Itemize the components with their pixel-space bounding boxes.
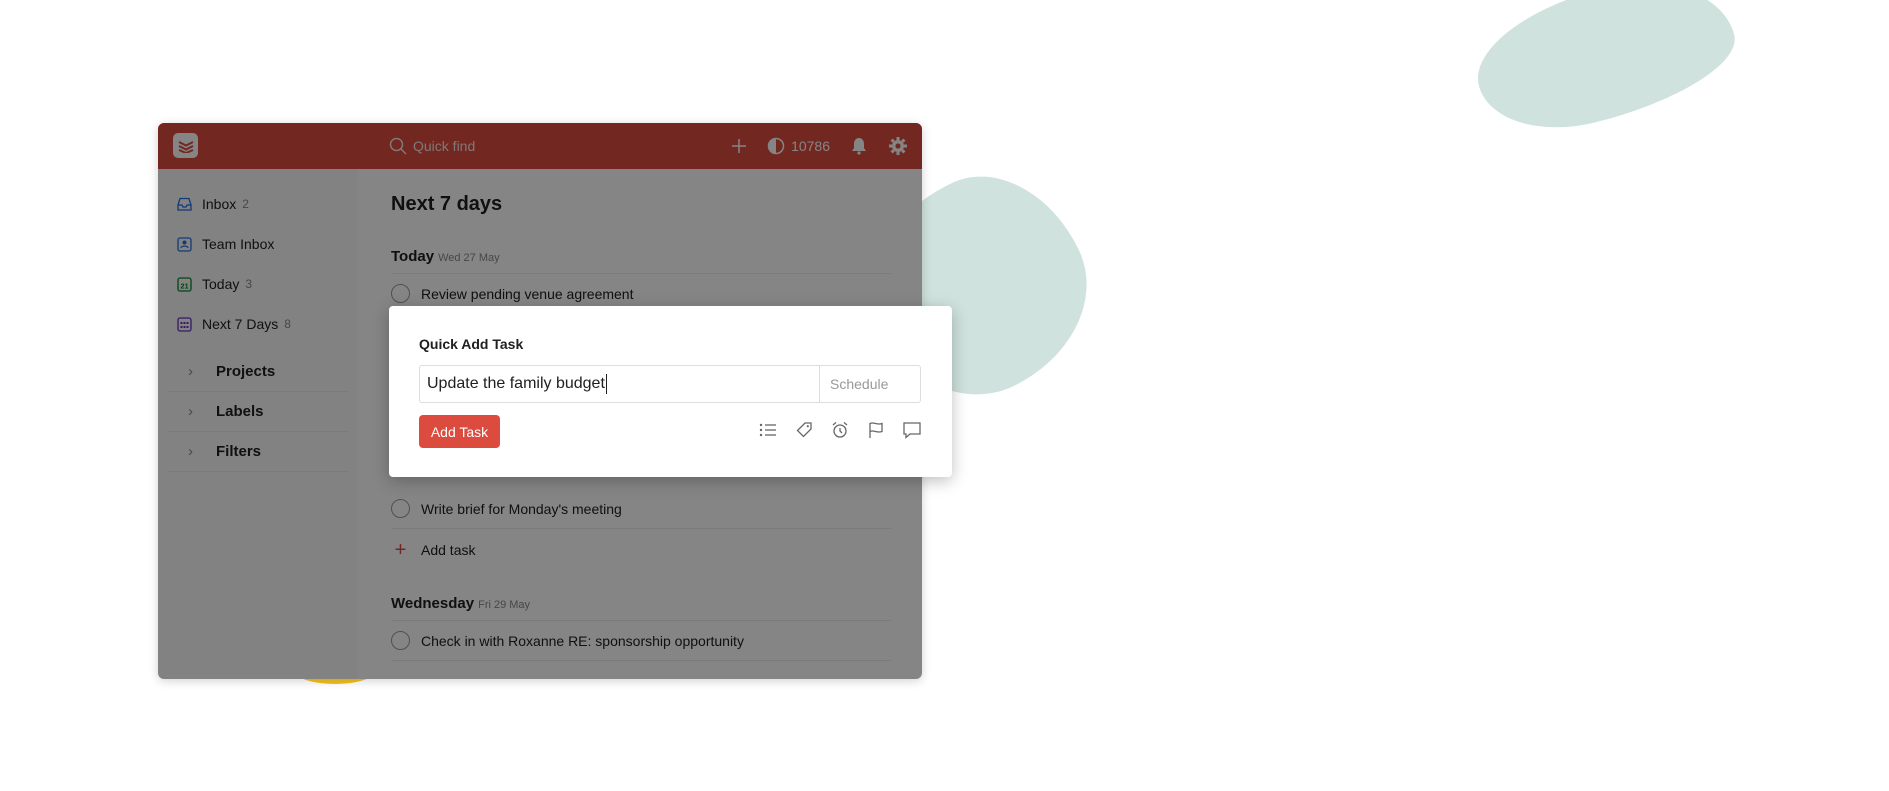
stage: Quick find 10786 Inbox 2 Team Inbox 21 T… [0, 0, 1889, 791]
dialog-action-icons [742, 420, 922, 440]
task-name-input[interactable]: Update the family budget [420, 366, 820, 402]
project-list-icon[interactable] [758, 420, 778, 440]
priority-flag-icon[interactable] [866, 420, 886, 440]
schedule-placeholder: Schedule [830, 376, 889, 392]
comment-icon[interactable] [902, 420, 922, 440]
reminder-alarm-icon[interactable] [830, 420, 850, 440]
decorative-blob-top [1463, 0, 1747, 148]
task-name-value: Update the family budget [427, 375, 605, 392]
task-input-row: Update the family budget Schedule [419, 365, 921, 403]
schedule-input[interactable]: Schedule [820, 366, 920, 402]
text-caret [605, 374, 607, 394]
add-task-submit-button[interactable]: Add Task [419, 415, 500, 448]
label-tag-icon[interactable] [794, 420, 814, 440]
quick-add-dialog: Quick Add Task Update the family budget … [389, 306, 952, 477]
dialog-title: Quick Add Task [419, 336, 524, 352]
